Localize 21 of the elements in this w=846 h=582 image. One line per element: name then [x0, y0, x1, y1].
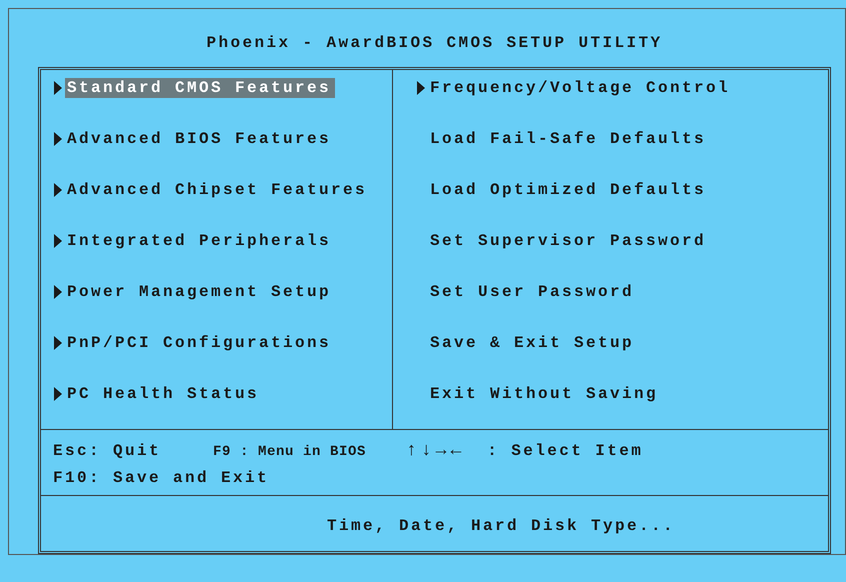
- menu-item[interactable]: Frequency/Voltage Control: [428, 78, 734, 98]
- menu-item[interactable]: Load Fail-Safe Defaults: [428, 129, 710, 149]
- menu-item[interactable]: PC Health Status: [65, 384, 264, 404]
- key-hint: Esc: Quit: [53, 441, 162, 462]
- menu-item[interactable]: Set Supervisor Password: [428, 231, 710, 251]
- menu-item[interactable]: Standard CMOS Features: [65, 78, 336, 98]
- arrow-keys-hint: ↑↓→←: [406, 440, 466, 463]
- menu-item[interactable]: Integrated Peripherals: [65, 231, 336, 251]
- item-help-text: Time, Date, Hard Disk Type...: [327, 517, 676, 535]
- utility-title: Phoenix - AwardBIOS CMOS SETUP UTILITY: [206, 34, 663, 52]
- menu-item[interactable]: Advanced BIOS Features: [65, 129, 336, 149]
- menu-item[interactable]: Power Management Setup: [65, 282, 336, 302]
- key-hint: F10: Save and Exit: [53, 469, 270, 487]
- menu-item[interactable]: Set User Password: [428, 282, 638, 302]
- key-hint: F9 : Menu in BIOS: [213, 443, 366, 462]
- menu-item[interactable]: PnP/PCI Configurations: [65, 333, 336, 353]
- menu-item[interactable]: Exit Without Saving: [428, 384, 662, 404]
- menu-item[interactable]: Load Optimized Defaults: [428, 180, 710, 200]
- key-hint: : Select Item: [487, 441, 644, 462]
- menu-item[interactable]: Save & Exit Setup: [428, 333, 638, 353]
- menu-item[interactable]: Advanced Chipset Features: [65, 180, 372, 200]
